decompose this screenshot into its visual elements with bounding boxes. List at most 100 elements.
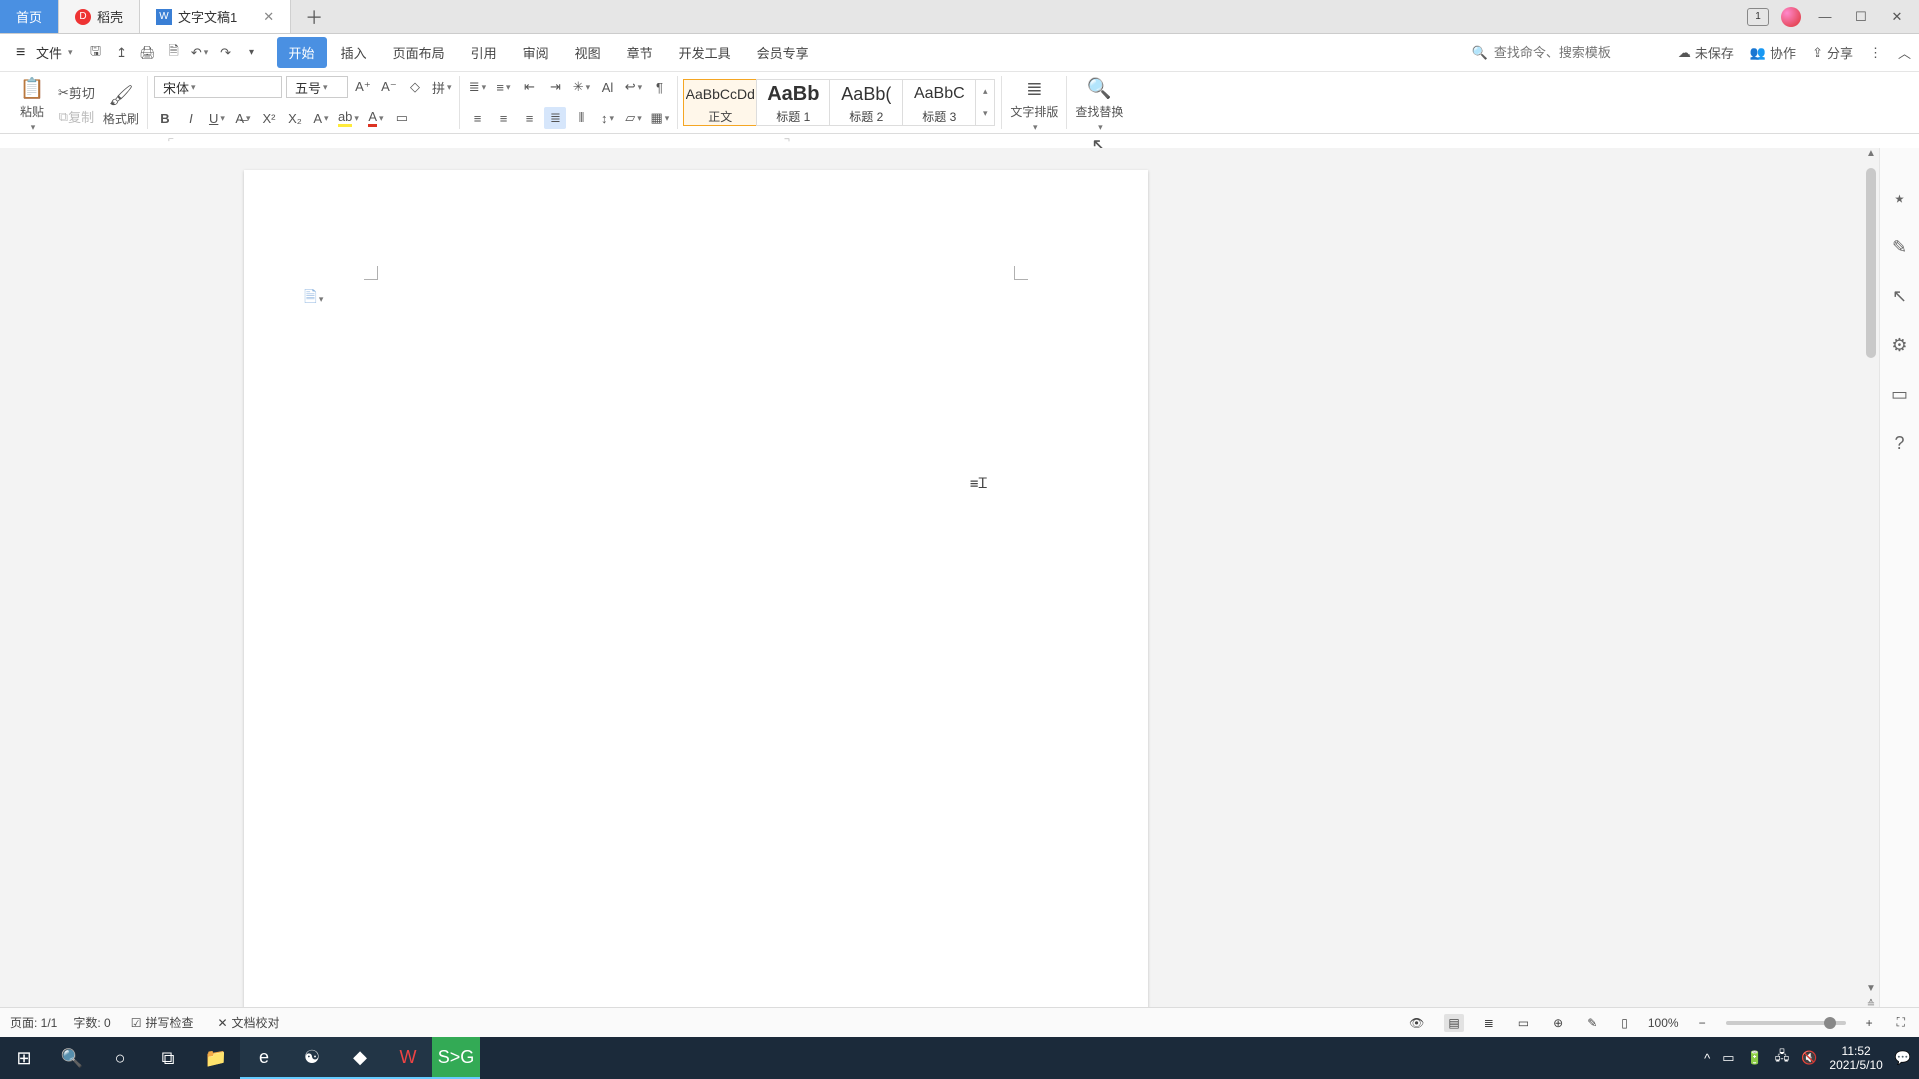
more-menu-button[interactable]: ⋮	[1869, 45, 1882, 61]
ribbon-tab-member[interactable]: 会员专享	[745, 37, 821, 68]
window-minimize-button[interactable]: —	[1813, 9, 1837, 24]
print-preview-icon[interactable]: 🗎	[163, 42, 185, 64]
view-page-button[interactable]: ▤	[1444, 1014, 1463, 1032]
redo-button[interactable]: ↷	[215, 42, 237, 64]
highlight-button[interactable]: ab	[336, 107, 361, 129]
find-replace-button[interactable]: 🔍查找替换	[1073, 76, 1125, 133]
font-size-select[interactable]: 五号	[286, 76, 348, 98]
taskbar-app2-icon[interactable]: ◆	[336, 1037, 384, 1079]
window-count-badge[interactable]: 1	[1747, 8, 1769, 26]
taskview-button[interactable]: ⧉	[144, 1037, 192, 1079]
unsaved-button[interactable]: ☁ 未保存	[1678, 43, 1734, 62]
tab-home[interactable]: 首页	[0, 0, 59, 33]
rail-quick-icon[interactable]: ⭑	[1895, 188, 1905, 209]
window-close-button[interactable]: ✕	[1885, 9, 1909, 25]
window-maximize-button[interactable]: ☐	[1849, 9, 1873, 25]
style-item-heading2[interactable]: AaBb( 标题 2	[829, 79, 903, 126]
tray-volume-icon[interactable]: 🔇	[1801, 1050, 1817, 1066]
format-painter-button[interactable]: 🖌格式刷	[101, 83, 141, 127]
scroll-down-button[interactable]: ▼	[1863, 983, 1879, 999]
text-direction-button[interactable]: Al	[596, 76, 618, 98]
font-color-button[interactable]: A	[365, 107, 387, 129]
ribbon-tab-section[interactable]: 章节	[615, 37, 665, 68]
show-marks-button[interactable]: ¶	[648, 76, 670, 98]
rail-settings-icon[interactable]: ⚙	[1891, 335, 1907, 356]
shrink-font-button[interactable]: A⁻	[378, 76, 400, 98]
status-page[interactable]: 页面: 1/1	[10, 1014, 57, 1031]
decrease-indent-button[interactable]: ⇤	[518, 76, 540, 98]
tab-document[interactable]: W 文字文稿1 ✕	[140, 0, 291, 33]
fullscreen-button[interactable]: ⛶	[1893, 1013, 1909, 1032]
ribbon-tab-page-layout[interactable]: 页面布局	[381, 37, 457, 68]
distribute-button[interactable]: ⫴	[570, 107, 592, 129]
vertical-scrollbar[interactable]: ▲ ▼ ≙ ○ ≚	[1863, 148, 1879, 1041]
number-list-button[interactable]: ≡	[492, 76, 514, 98]
zoom-out-button[interactable]: −	[1695, 1014, 1710, 1032]
align-right-button[interactable]: ≡	[518, 107, 540, 129]
cortana-button[interactable]: ○	[96, 1037, 144, 1079]
underline-button[interactable]: U	[206, 107, 228, 129]
style-gallery-more-button[interactable]: ▴▾	[975, 79, 995, 126]
qa-more-button[interactable]: ▾	[241, 42, 263, 64]
rail-select-icon[interactable]: ↖	[1892, 286, 1907, 307]
italic-button[interactable]: I	[180, 107, 202, 129]
line-spacing-button[interactable]: ↕	[596, 107, 618, 129]
taskbar-search-button[interactable]: 🔍	[48, 1037, 96, 1079]
superscript-button[interactable]: X²	[258, 107, 280, 129]
tray-ime-icon[interactable]: ▭	[1722, 1050, 1734, 1066]
tab-close-icon[interactable]: ✕	[263, 9, 274, 25]
ribbon-tab-insert[interactable]: 插入	[329, 37, 379, 68]
save-icon[interactable]: 🖫	[85, 42, 107, 64]
taskbar-app1-icon[interactable]: ☯	[288, 1037, 336, 1079]
tray-expand-icon[interactable]: ^	[1704, 1051, 1710, 1066]
font-family-select[interactable]: 宋体	[154, 76, 282, 98]
style-item-heading3[interactable]: AaBbC 标题 3	[902, 79, 976, 126]
copy-button[interactable]: ⧉ 复制	[56, 106, 97, 128]
ribbon-tab-review[interactable]: 审阅	[511, 37, 561, 68]
file-menu-button[interactable]: 文件 ▾	[8, 39, 81, 66]
zoom-slider-knob[interactable]	[1824, 1017, 1836, 1029]
user-avatar[interactable]	[1781, 7, 1801, 27]
ribbon-tab-dev-tools[interactable]: 开发工具	[667, 37, 743, 68]
rail-edit-icon[interactable]: ✎	[1892, 237, 1907, 258]
taskbar-wps-icon[interactable]: W	[384, 1037, 432, 1079]
asian-layout-button[interactable]: ✳	[570, 76, 592, 98]
align-center-button[interactable]: ≡	[492, 107, 514, 129]
scroll-track[interactable]	[1866, 164, 1876, 993]
collapse-ribbon-button[interactable]: ︿	[1898, 43, 1911, 62]
grow-font-button[interactable]: A⁺	[352, 76, 374, 98]
bullet-list-button[interactable]: ≣	[466, 76, 488, 98]
eye-protect-button[interactable]: 👁	[1405, 1014, 1428, 1032]
tab-docao[interactable]: D 稻壳	[59, 0, 140, 33]
tray-network-icon[interactable]: 🖧	[1775, 1047, 1790, 1069]
ribbon-tab-start[interactable]: 开始	[277, 37, 327, 68]
scroll-thumb[interactable]	[1866, 168, 1876, 358]
undo-button[interactable]: ↶	[189, 42, 211, 64]
strike-button[interactable]: A̶	[232, 107, 254, 129]
shading-button[interactable]: ▱	[622, 107, 644, 129]
bold-button[interactable]: B	[154, 107, 176, 129]
print-icon[interactable]: 🖨	[137, 42, 159, 64]
export-icon[interactable]: ↥	[111, 42, 133, 64]
align-justify-button[interactable]: ≣	[544, 107, 566, 129]
view-read-button[interactable]: ▭	[1514, 1014, 1533, 1032]
taskbar-clock[interactable]: 11:52 2021/5/10	[1829, 1044, 1882, 1073]
collab-button[interactable]: 👥 协作	[1750, 43, 1796, 62]
line-break-button[interactable]: ↩	[622, 76, 644, 98]
tab-add-button[interactable]: ＋	[291, 0, 337, 33]
taskbar-terminal-icon[interactable]: S>G	[432, 1037, 480, 1079]
command-search[interactable]: 🔍	[1472, 45, 1654, 61]
ribbon-tab-references[interactable]: 引用	[459, 37, 509, 68]
view-outline-button[interactable]: ≣	[1480, 1014, 1498, 1032]
page-options-icon[interactable]: 🗎	[304, 286, 323, 313]
rail-tools-icon[interactable]: ▭	[1891, 384, 1908, 405]
border-button[interactable]: ▦	[648, 107, 671, 129]
zoom-in-button[interactable]: +	[1862, 1014, 1877, 1032]
tray-battery-icon[interactable]: 🔋	[1747, 1050, 1763, 1066]
taskbar-edge-icon[interactable]: e	[240, 1037, 288, 1079]
zoom-value[interactable]: 100%	[1648, 1016, 1679, 1030]
ribbon-tab-view[interactable]: 视图	[563, 37, 613, 68]
status-word-count[interactable]: 字数: 0	[73, 1014, 110, 1031]
cut-button[interactable]: ✂ 剪切	[56, 82, 97, 104]
document-workspace[interactable]: 🗎 ≡Ꮖ	[0, 148, 1863, 1041]
